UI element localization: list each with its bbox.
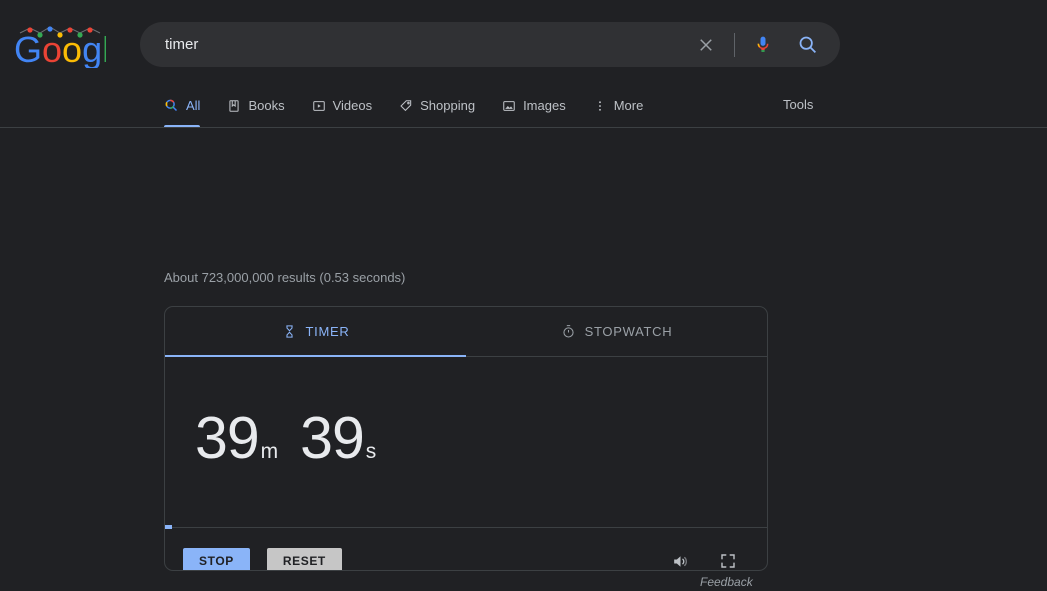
timer-controls: STOP RESET	[165, 529, 767, 570]
timer-progress-track	[165, 527, 767, 528]
search-nav-tabs: All Books Videos Shopping Images More	[164, 90, 670, 128]
nav-tab-more[interactable]: More	[593, 90, 644, 121]
reset-button[interactable]: RESET	[266, 547, 342, 570]
search-bar[interactable]	[140, 22, 840, 67]
nav-tab-shopping[interactable]: Shopping	[399, 90, 475, 121]
search-input[interactable]	[140, 22, 691, 67]
timer-seconds-unit: s	[365, 440, 377, 463]
svg-text:Google: Google	[14, 29, 106, 68]
nav-tab-shopping-label: Shopping	[420, 98, 476, 113]
tab-stopwatch-label: STOPWATCH	[584, 324, 673, 339]
close-icon[interactable]	[691, 30, 721, 60]
nav-tab-books[interactable]: Books	[227, 90, 285, 121]
nav-tab-videos[interactable]: Videos	[312, 90, 373, 121]
timer-widget-tabs: TIMER STOPWATCH	[165, 307, 767, 357]
fullscreen-icon[interactable]	[711, 544, 745, 570]
nav-tab-all-label: All	[186, 98, 201, 113]
search-bar-icons	[691, 22, 840, 67]
nav-tab-images-label: Images	[523, 98, 566, 113]
tab-stopwatch[interactable]: STOPWATCH	[466, 307, 767, 356]
timer-display[interactable]: 39 m 39 s	[195, 409, 398, 468]
tab-timer[interactable]: TIMER	[165, 307, 466, 357]
nav-tab-images[interactable]: Images	[502, 90, 566, 121]
nav-tab-all[interactable]: All	[164, 90, 201, 128]
icon-divider	[734, 32, 735, 57]
nav-tab-books-label: Books	[248, 98, 285, 113]
search-icon[interactable]	[792, 30, 822, 60]
feedback-link[interactable]: Feedback	[700, 575, 753, 589]
timer-display-area: 39 m 39 s	[165, 357, 767, 529]
timer-minutes-value[interactable]: 39	[195, 409, 260, 468]
nav-tab-more-label: More	[613, 98, 644, 113]
nav-tab-videos-label: Videos	[332, 98, 373, 113]
google-logo[interactable]: Google	[14, 22, 106, 68]
result-stats: About 723,000,000 results (0.53 seconds)	[164, 270, 406, 285]
microphone-icon[interactable]	[748, 30, 778, 60]
timer-widget: TIMER STOPWATCH 39 m 39 s STOP RESET	[164, 306, 768, 571]
stop-button[interactable]: STOP	[183, 547, 250, 570]
tab-timer-label: TIMER	[305, 324, 350, 339]
timer-minutes-unit: m	[260, 440, 279, 463]
header-divider	[0, 127, 1047, 128]
volume-icon[interactable]	[663, 544, 697, 570]
page-header: Google	[0, 0, 1047, 128]
tools-button[interactable]: Tools	[783, 97, 813, 112]
timer-seconds-value[interactable]: 39	[300, 409, 365, 468]
